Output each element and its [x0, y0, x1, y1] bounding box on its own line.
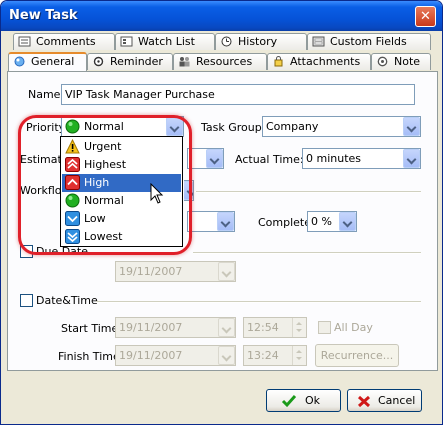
datetime-label: Date&Time: [36, 294, 98, 307]
note-icon: [377, 56, 388, 67]
spin-arrows-icon[interactable]: [292, 318, 306, 337]
window-title: New Task: [9, 8, 78, 23]
chevron-down-icon[interactable]: [206, 149, 223, 168]
spin-arrows-icon[interactable]: [292, 346, 306, 365]
tab-custom-fields[interactable]: Custom Fields: [307, 33, 431, 50]
tab-general[interactable]: General: [8, 52, 87, 71]
finish-date-value: 19/11/2007: [119, 349, 183, 362]
watch-list-icon: [120, 36, 133, 47]
tab-history[interactable]: History: [215, 33, 307, 50]
start-time-value: 12:54: [247, 321, 279, 334]
highlight-annotation: [18, 115, 192, 255]
chevron-down-icon[interactable]: [403, 117, 420, 136]
chevron-down-icon[interactable]: [218, 262, 235, 281]
workflow-status-select[interactable]: [187, 211, 235, 232]
task-group-value: Company: [266, 120, 319, 133]
name-label: Name:: [28, 88, 65, 101]
cancel-x-icon: [357, 395, 371, 408]
finish-time-spinner[interactable]: 13:24: [243, 345, 307, 366]
tab-label: Reminder: [110, 55, 163, 68]
all-day-checkbox[interactable]: [318, 321, 331, 334]
checkmark-icon: [281, 395, 297, 408]
start-time-label: Start Time:: [61, 322, 122, 335]
tab-label: Resources: [196, 55, 253, 68]
chevron-down-icon[interactable]: [403, 149, 420, 168]
actual-time-label: Actual Time:: [235, 153, 304, 166]
chevron-down-icon[interactable]: [218, 346, 235, 365]
ok-button[interactable]: Ok: [266, 389, 341, 412]
datetime-separator: [96, 301, 421, 303]
tab-label: Custom Fields: [330, 35, 407, 48]
finish-date-picker[interactable]: 19/11/2007: [115, 345, 236, 366]
start-time-spinner[interactable]: 12:54: [243, 317, 307, 338]
complete-value: 0 %: [311, 215, 332, 228]
task-group-label: Task Group:: [201, 121, 266, 134]
tab-comments[interactable]: Comments: [13, 33, 115, 50]
comments-icon: [18, 36, 31, 47]
tab-label: Attachments: [290, 55, 361, 68]
complete-select[interactable]: 0 %: [307, 211, 357, 232]
history-icon: [221, 36, 232, 47]
tab-label: General: [31, 55, 75, 68]
name-field[interactable]: VIP Task Manager Purchase: [61, 84, 415, 105]
tab-note[interactable]: Note: [371, 53, 431, 70]
tab-resources[interactable]: Resources: [173, 53, 267, 70]
tab-label: Comments: [36, 35, 96, 48]
start-date-value: 19/11/2007: [119, 321, 183, 334]
tab-label: History: [238, 35, 278, 48]
chevron-down-icon[interactable]: [217, 212, 234, 231]
tab-attachments[interactable]: Attachments: [267, 53, 371, 70]
workflow-separator: [196, 191, 421, 193]
reminder-icon: [93, 56, 104, 67]
due-date-picker[interactable]: 19/11/2007: [115, 261, 236, 282]
general-icon: [14, 56, 25, 67]
finish-time-label: Finish Time:: [58, 350, 124, 363]
close-button[interactable]: ✕: [415, 6, 436, 27]
resources-icon: [179, 57, 190, 67]
custom-fields-icon: [312, 36, 325, 47]
cancel-button[interactable]: Cancel: [347, 389, 422, 412]
chevron-down-icon[interactable]: [218, 318, 235, 337]
chevron-down-icon[interactable]: [339, 212, 356, 231]
tab-watch-list[interactable]: Watch List: [115, 33, 215, 50]
estimated-unit-select[interactable]: [187, 148, 224, 169]
finish-time-value: 13:24: [247, 349, 279, 362]
datetime-checkbox[interactable]: [20, 294, 33, 307]
actual-time-value: 0 minutes: [306, 152, 362, 165]
tab-label: Watch List: [138, 35, 195, 48]
recurrence-button[interactable]: Recurrence...: [315, 344, 399, 367]
tab-reminder[interactable]: Reminder: [87, 53, 173, 70]
due-date-value: 19/11/2007: [119, 265, 183, 278]
due-date-separator: [193, 252, 421, 254]
actual-time-select[interactable]: 0 minutes: [302, 148, 421, 169]
ok-label: Ok: [305, 394, 321, 407]
all-day-label: All Day: [334, 321, 373, 334]
tab-label: Note: [394, 55, 421, 68]
title-bar[interactable]: New Task ✕: [1, 1, 442, 31]
attachments-icon: [274, 56, 283, 67]
start-date-picker[interactable]: 19/11/2007: [115, 317, 236, 338]
task-group-select[interactable]: Company: [262, 116, 421, 137]
mouse-cursor-icon: [150, 183, 164, 204]
cancel-label: Cancel: [378, 394, 416, 407]
